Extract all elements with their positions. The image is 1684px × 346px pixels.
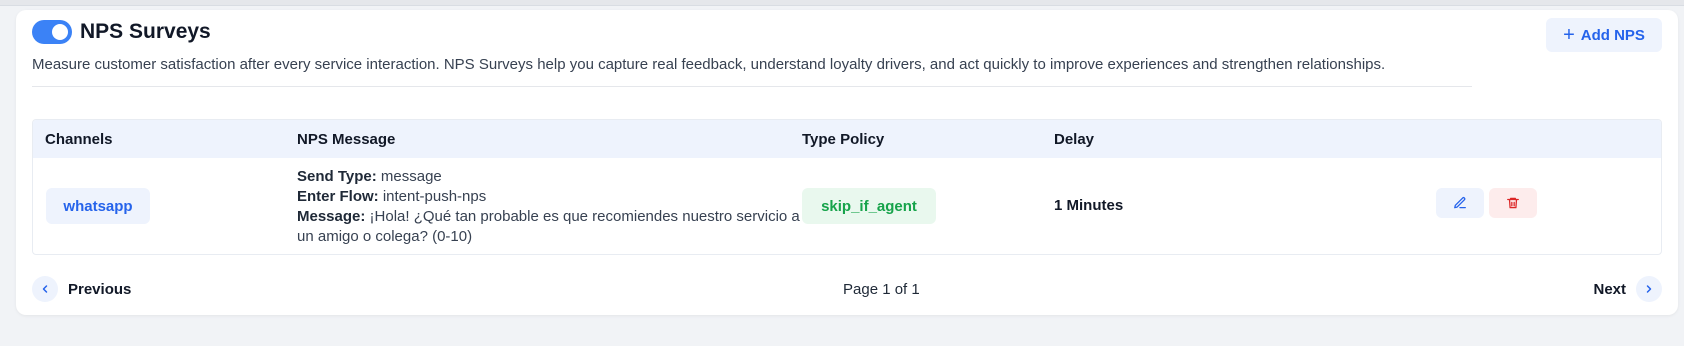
pagination: Previous Page 1 of 1 Next [32, 274, 1662, 304]
column-header-delay: Delay [1054, 131, 1095, 148]
page-description: Measure customer satisfaction after ever… [32, 56, 1386, 73]
page-info: Page 1 of 1 [843, 281, 920, 298]
send-type-label: Send Type: [297, 168, 377, 185]
card-header: NPS Surveys [32, 20, 211, 44]
nps-message-cell: Send Type: message Enter Flow: intent-pu… [297, 167, 817, 247]
send-type-value: message [380, 168, 442, 185]
chevron-right-icon [1646, 285, 1652, 293]
enter-flow-line: Enter Flow: intent-push-nps [297, 187, 817, 207]
top-bar [0, 0, 1684, 6]
message-value: ¡Hola! ¿Qué tan probable es que recomien… [297, 208, 800, 245]
channel-badge[interactable]: whatsapp [46, 188, 150, 224]
delay-value: 1 Minutes [1054, 197, 1124, 214]
edit-button[interactable] [1436, 188, 1484, 218]
trash-icon [1507, 197, 1519, 209]
column-header-nps-message: NPS Message [297, 131, 396, 148]
send-type-line: Send Type: message [297, 167, 817, 187]
add-nps-button[interactable]: + Add NPS [1546, 18, 1662, 52]
table-header: Channels NPS Message Type Policy Delay [33, 120, 1661, 158]
column-header-channels: Channels [45, 131, 113, 148]
next-label: Next [1593, 280, 1626, 298]
next-button[interactable]: Next [1593, 276, 1662, 302]
nps-table: Channels NPS Message Type Policy Delay w… [32, 119, 1662, 255]
page-title: NPS Surveys [80, 20, 211, 43]
previous-label: Previous [68, 280, 132, 298]
enter-flow-value: intent-push-nps [382, 188, 487, 205]
chevron-left-icon [42, 285, 48, 293]
delete-button[interactable] [1489, 188, 1537, 218]
add-nps-label: Add NPS [1580, 26, 1645, 44]
column-header-type-policy: Type Policy [802, 131, 885, 148]
nps-surveys-card: NPS Surveys Measure customer satisfactio… [16, 10, 1678, 315]
plus-icon: + [1563, 24, 1575, 46]
nps-enable-toggle[interactable] [32, 20, 72, 44]
next-circle [1636, 276, 1662, 302]
table-row: whatsapp Send Type: message Enter Flow: … [33, 158, 1661, 254]
enter-flow-label: Enter Flow: [297, 188, 379, 205]
toggle-knob [52, 24, 68, 40]
previous-circle [32, 276, 58, 302]
edit-icon [1454, 197, 1466, 209]
message-label: Message: [297, 208, 366, 225]
previous-button[interactable]: Previous [32, 276, 131, 302]
type-policy-badge: skip_if_agent [802, 188, 936, 224]
header-divider [32, 86, 1472, 87]
message-line: Message: ¡Hola! ¿Qué tan probable es que… [297, 207, 817, 247]
